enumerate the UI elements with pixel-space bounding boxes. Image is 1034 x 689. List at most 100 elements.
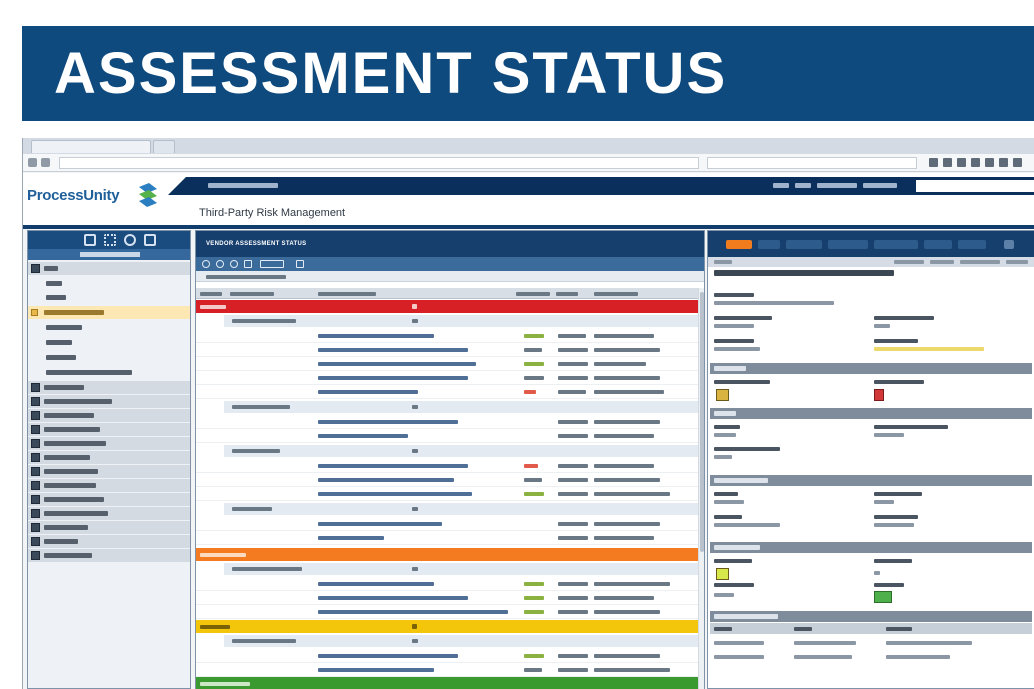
status-group-row[interactable]	[196, 677, 704, 689]
print-icon[interactable]	[84, 234, 96, 246]
assessment-name[interactable]	[318, 536, 384, 540]
vendor-group-row[interactable]	[224, 445, 704, 457]
column-header[interactable]	[230, 292, 274, 296]
detail-tab[interactable]	[924, 240, 952, 249]
expand-icon[interactable]	[216, 260, 224, 268]
vendor-group-row[interactable]	[224, 503, 704, 515]
assessment-name[interactable]	[318, 362, 476, 366]
column-header[interactable]	[714, 627, 732, 631]
detail-action[interactable]	[930, 260, 954, 264]
detail-action[interactable]	[1006, 260, 1028, 264]
vendor-group-row[interactable]	[224, 401, 704, 413]
assessment-name[interactable]	[318, 434, 408, 438]
column-header[interactable]	[200, 292, 222, 296]
refresh-icon[interactable]	[202, 260, 210, 268]
assessment-row[interactable]	[196, 517, 704, 531]
filter-icon[interactable]	[296, 260, 304, 268]
assessment-name[interactable]	[318, 376, 468, 380]
browser-tab[interactable]	[31, 140, 151, 153]
assessment-row[interactable]	[196, 357, 704, 371]
assessment-name[interactable]	[318, 654, 458, 658]
settings-icon[interactable]	[144, 234, 156, 246]
nav-folder[interactable]	[28, 465, 190, 478]
top-nav-link[interactable]	[795, 183, 811, 188]
assessment-name[interactable]	[318, 596, 468, 600]
settings-icon[interactable]	[1004, 240, 1014, 249]
refresh-icon[interactable]	[124, 234, 136, 246]
detail-action[interactable]	[894, 260, 924, 264]
top-nav-link[interactable]	[863, 183, 897, 188]
assessment-row[interactable]	[196, 649, 704, 663]
assessment-row[interactable]	[196, 473, 704, 487]
scrollbar-thumb[interactable]	[700, 292, 704, 552]
section-header[interactable]	[710, 363, 1032, 374]
url-input[interactable]	[59, 157, 699, 169]
detail-tab-active[interactable]	[726, 240, 752, 249]
tools-icon[interactable]	[957, 158, 966, 167]
assessment-name[interactable]	[318, 464, 468, 468]
assessment-row[interactable]	[196, 415, 704, 429]
nav-folder[interactable]	[28, 437, 190, 450]
detail-tab[interactable]	[786, 240, 822, 249]
global-search-input[interactable]	[916, 180, 1034, 192]
top-nav-link[interactable]	[773, 183, 789, 188]
browser-search-input[interactable]	[707, 157, 917, 169]
status-group-row[interactable]	[196, 620, 704, 633]
nav-item-active[interactable]	[28, 306, 190, 319]
detail-tab[interactable]	[874, 240, 918, 249]
new-tab-button[interactable]	[153, 140, 175, 153]
nav-item[interactable]	[28, 336, 190, 349]
detail-action[interactable]	[960, 260, 1000, 264]
help-icon[interactable]	[1013, 158, 1022, 167]
assessment-row[interactable]	[196, 487, 704, 501]
assessment-name[interactable]	[318, 390, 418, 394]
column-header[interactable]	[594, 292, 638, 296]
assessment-row[interactable]	[196, 663, 704, 677]
nav-item[interactable]	[28, 351, 190, 364]
nav-folder[interactable]	[28, 549, 190, 562]
section-header[interactable]	[710, 542, 1032, 553]
assessment-row[interactable]	[196, 577, 704, 591]
section-header[interactable]	[710, 475, 1032, 486]
status-group-row[interactable]	[196, 300, 704, 313]
assessment-row[interactable]	[196, 531, 704, 545]
assessment-row[interactable]	[196, 459, 704, 473]
nav-folder[interactable]	[28, 493, 190, 506]
nav-item[interactable]	[28, 291, 190, 304]
nav-folder[interactable]	[28, 395, 190, 408]
nav-folder[interactable]	[28, 479, 190, 492]
column-header[interactable]	[886, 627, 912, 631]
nav-item[interactable]	[28, 277, 190, 290]
export-icon[interactable]	[244, 260, 252, 268]
column-header[interactable]	[794, 627, 812, 631]
assessment-name[interactable]	[318, 582, 434, 586]
assessment-row[interactable]	[196, 429, 704, 443]
assessment-name[interactable]	[318, 348, 468, 352]
brand-logo[interactable]: ProcessUnity	[27, 183, 157, 213]
section-header[interactable]	[710, 408, 1032, 419]
print-icon[interactable]	[971, 158, 980, 167]
assessment-name[interactable]	[318, 492, 472, 496]
vendor-group-row[interactable]	[224, 563, 704, 575]
safety-icon[interactable]	[999, 158, 1008, 167]
assessment-row[interactable]	[196, 343, 704, 357]
favorites-icon[interactable]	[943, 158, 952, 167]
back-icon[interactable]	[28, 158, 37, 167]
column-header[interactable]	[516, 292, 550, 296]
nav-folder[interactable]	[28, 507, 190, 520]
assessment-name[interactable]	[318, 668, 434, 672]
assessment-row[interactable]	[196, 605, 704, 619]
forward-icon[interactable]	[41, 158, 50, 167]
assessment-name[interactable]	[318, 420, 458, 424]
nav-folder[interactable]	[28, 409, 190, 422]
nav-item[interactable]	[28, 321, 190, 334]
vendor-group-row[interactable]	[224, 635, 704, 647]
nav-item[interactable]	[28, 366, 190, 379]
nav-folder[interactable]	[28, 262, 190, 275]
home-icon[interactable]	[929, 158, 938, 167]
page-icon[interactable]	[985, 158, 994, 167]
filter-bar[interactable]	[196, 271, 704, 282]
nav-folder[interactable]	[28, 535, 190, 548]
detail-tab[interactable]	[958, 240, 986, 249]
assessment-name[interactable]	[318, 522, 442, 526]
